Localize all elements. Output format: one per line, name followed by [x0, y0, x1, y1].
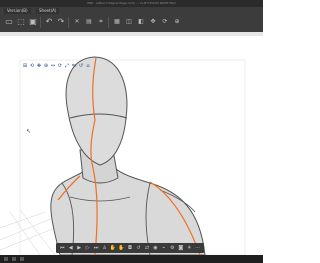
zoom-icon[interactable]: ⊕ — [172, 17, 182, 27]
taskbar-app-icon[interactable] — [20, 257, 24, 261]
camera-rotate-icon[interactable]: ⟲ — [29, 63, 35, 69]
toolbar-divider — [68, 17, 69, 28]
redo-icon[interactable]: ↷ — [56, 17, 66, 27]
pan-icon[interactable]: ✥ — [36, 63, 42, 69]
mirror-icon[interactable]: ⇄ — [143, 245, 150, 252]
next-icon[interactable]: ▷ — [84, 245, 91, 252]
reset-pose-icon[interactable]: ↺ — [135, 245, 142, 252]
snap-icon[interactable]: ◧ — [136, 17, 146, 27]
object-launcher-bar: ⏮ ◀ ▶ ▷ ⏭ ♙ ✋ ✋ ◘ ↺ ⇄ ◉ ⌁ ⚙ ◙ ☀ ⋯ — [56, 243, 204, 253]
play-icon[interactable]: ▶ — [76, 245, 83, 252]
toolbar-divider — [40, 17, 41, 28]
clear-icon[interactable]: ✕ — [72, 17, 82, 27]
zoom-icon[interactable]: ⊕ — [43, 63, 49, 69]
first-frame-icon[interactable]: ⏮ — [59, 245, 66, 252]
new-file-icon[interactable]: ▭ — [4, 17, 14, 27]
tab-version[interactable]: Version(B) — [4, 8, 31, 14]
open-icon[interactable]: ⬚ — [16, 17, 26, 27]
reset-icon[interactable]: ↺ — [78, 63, 84, 69]
taskbar-app-icon[interactable] — [12, 257, 16, 261]
rotate-icon[interactable]: ⟳ — [57, 63, 63, 69]
grid-icon[interactable]: ▦ — [112, 17, 122, 27]
save-icon[interactable]: ▣ — [28, 17, 38, 27]
scale-icon[interactable]: ⤢ — [64, 63, 70, 69]
hand-right-icon[interactable]: ✋ — [118, 245, 125, 252]
start-icon[interactable] — [4, 257, 8, 261]
camera-icon[interactable]: ◙ — [177, 245, 184, 252]
os-taskbar — [0, 255, 263, 263]
3d-canvas[interactable]: ↖ — [0, 36, 263, 263]
undo-icon[interactable]: ↶ — [44, 17, 54, 27]
3d-figure-viewport — [0, 56, 246, 256]
last-frame-icon[interactable]: ⏭ — [93, 245, 100, 252]
lock-icon[interactable]: ◘ — [126, 245, 133, 252]
figure-torso — [50, 161, 206, 256]
light-icon[interactable]: ☀ — [186, 245, 193, 252]
object-select-icon[interactable]: ⊞ — [22, 63, 28, 69]
toolbar-divider — [108, 17, 109, 28]
transform-icon[interactable]: ⌗ — [96, 17, 106, 27]
pose-icon[interactable]: ♙ — [101, 245, 108, 252]
move-icon[interactable]: ✥ — [148, 17, 158, 27]
prev-icon[interactable]: ◀ — [67, 245, 74, 252]
hand-left-icon[interactable]: ✋ — [110, 245, 117, 252]
move-icon[interactable]: ↔ — [50, 63, 56, 69]
tab-sheet[interactable]: Sheet(A) — [36, 8, 60, 14]
fit-icon[interactable]: ⌂ — [85, 63, 91, 69]
flip-icon[interactable]: ⇋ — [71, 63, 77, 69]
more-icon[interactable]: ⋯ — [194, 245, 201, 252]
joint-icon[interactable]: ◉ — [152, 245, 159, 252]
figure-head — [65, 56, 128, 166]
viewport-toolbar: ⊞ ⟲ ✥ ⊕ ↔ ⟳ ⤢ ⇋ ↺ ⌂ — [22, 62, 91, 69]
rotate-icon[interactable]: ⟳ — [160, 17, 170, 27]
settings-icon[interactable]: ⚙ — [169, 245, 176, 252]
ruler-icon[interactable]: ◫ — [124, 17, 134, 27]
window-title: PRE · (after) Dhagu(Dhagu.mdl) — CLIP ST… — [0, 0, 263, 7]
command-bar: Version(B) Sheet(A) ▭ ⬚ ▣ ↶ ↷ ✕ ▤ ⌗ ▦ ◫ … — [0, 7, 263, 33]
fill-icon[interactable]: ▤ — [84, 17, 94, 27]
mouse-cursor-icon: ↖ — [26, 128, 32, 135]
ik-icon[interactable]: ⌁ — [160, 245, 167, 252]
